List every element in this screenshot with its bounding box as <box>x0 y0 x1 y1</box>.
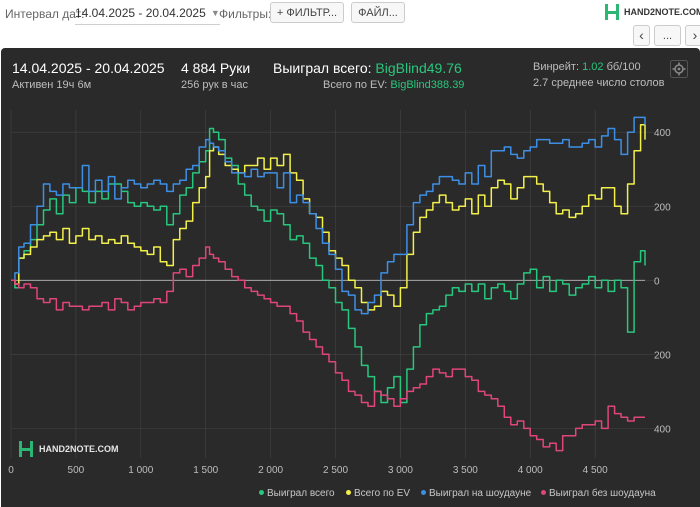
x-tick-label: 2 500 <box>323 465 348 476</box>
legend-item-non_showdown[interactable]: Выиграл без шоудауна <box>541 488 656 499</box>
legend-label: Выиграл без шоудауна <box>549 488 656 499</box>
legend-dot-icon <box>346 489 351 495</box>
profit-chart[interactable]: 400 200 0 200 400 0 500 1 000 1 500 2 000 2 500 3 … <box>1 48 700 507</box>
legend-item-won[interactable]: Выиграл всего <box>259 488 335 499</box>
y-axis-ticks: 400 200 0 200 400 <box>654 128 671 435</box>
watermark-logo-icon <box>19 441 33 457</box>
chart-series <box>11 116 646 452</box>
top-toolbar: Интервал дат: 14.04.2025 - 20.04.2025 ▼ … <box>0 0 700 48</box>
legend-label: Выиграл всего <box>267 488 335 499</box>
hand2note-logo-text: HAND2NOTE.COM <box>624 7 700 17</box>
hand2note-logo-icon <box>605 4 619 20</box>
legend-label: Выиграл на шоудауне <box>429 488 532 499</box>
back-button[interactable]: ‹ <box>633 25 650 46</box>
legend-dot-icon <box>259 489 264 495</box>
interval-value: 14.04.2025 - 20.04.2025 <box>75 6 206 20</box>
interval-select[interactable]: 14.04.2025 - 20.04.2025 ▼ <box>75 2 220 25</box>
watermark-text: HAND2NOTE.COM <box>39 444 119 454</box>
series-line-won <box>11 127 646 404</box>
legend-dot-icon <box>421 489 426 495</box>
chart-grid <box>10 110 655 458</box>
x-tick-label: 4 000 <box>518 465 543 476</box>
add-filter-button[interactable]: + ФИЛЬТР... <box>270 2 344 23</box>
x-axis-ticks: 0 500 1 000 1 500 2 000 2 500 3 000 3 500 4 000 4… <box>8 465 608 476</box>
x-tick-label: 500 <box>68 465 85 476</box>
y-tick-label: 0 <box>654 276 660 287</box>
graph-panel: 14.04.2025 - 20.04.2025 Активен 19ч 6м 4… <box>1 48 700 507</box>
legend-label: Всего по EV <box>354 488 411 499</box>
x-tick-label: 3 000 <box>388 465 413 476</box>
x-tick-label: 1 500 <box>193 465 218 476</box>
forward-button[interactable]: › <box>685 25 700 46</box>
legend-dot-icon <box>541 489 546 495</box>
x-tick-label: 2 000 <box>258 465 283 476</box>
x-tick-label: 0 <box>8 465 14 476</box>
y-tick-label: 200 <box>654 350 671 361</box>
legend-item-showdown[interactable]: Выиграл на шоудауне <box>421 488 531 499</box>
filters-label: Фильтры: <box>219 7 272 21</box>
y-tick-label: 200 <box>654 202 671 213</box>
legend-item-ev[interactable]: Всего по EV <box>346 488 410 499</box>
interval-label: Интервал дат: <box>5 7 85 21</box>
more-button[interactable]: ... <box>654 25 681 46</box>
file-button[interactable]: ФАЙЛ... <box>351 2 405 23</box>
y-tick-label: 400 <box>654 424 671 435</box>
x-tick-label: 1 000 <box>128 465 153 476</box>
x-tick-label: 4 500 <box>583 465 608 476</box>
x-tick-label: 3 500 <box>453 465 478 476</box>
y-tick-label: 400 <box>654 128 671 139</box>
